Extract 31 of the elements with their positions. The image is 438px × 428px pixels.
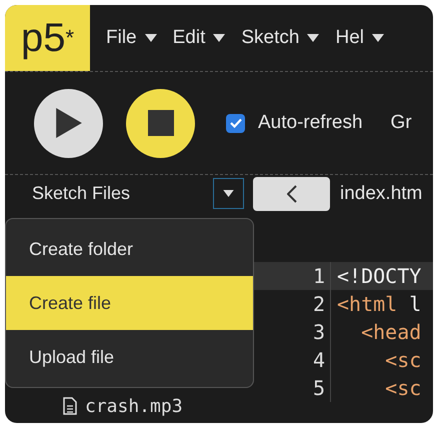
menu-item[interactable]: File	[106, 27, 157, 49]
file-name[interactable]: crash.mp3	[85, 396, 183, 416]
sidebar-menu-button[interactable]	[213, 178, 244, 209]
file-tab[interactable]: index.htm	[340, 182, 422, 204]
logo[interactable]: p5$^{*}$	[5, 5, 90, 71]
code-text: <!DOCTY	[336, 264, 422, 288]
menu-item[interactable]: Edit	[172, 27, 226, 49]
caret-icon	[213, 34, 226, 42]
file-icon	[63, 397, 77, 415]
code-text: <sc	[384, 376, 422, 400]
menu-item[interactable]: Sketch	[241, 27, 320, 49]
menu-item[interactable]: Create folder	[6, 222, 253, 276]
checkmark-icon	[230, 118, 242, 128]
caret-icon	[307, 34, 320, 42]
menu-item[interactable]: Create file	[6, 276, 253, 330]
code-text: <head	[360, 320, 422, 344]
sidebar-title: Sketch Files	[32, 183, 132, 204]
menu-item[interactable]: Upload file	[6, 330, 253, 384]
code-text: <sc	[384, 348, 422, 372]
play-icon	[56, 108, 82, 138]
chevron-left-icon	[286, 184, 296, 202]
stop-icon	[148, 110, 174, 136]
menu-item[interactable]: Hel	[335, 27, 384, 49]
caret-icon	[144, 34, 157, 42]
caret-icon	[372, 34, 384, 42]
toolbar-label: Gr	[390, 112, 412, 134]
auto-refresh-label[interactable]: Auto-refresh	[258, 112, 363, 134]
auto-refresh-checkbox[interactable]	[226, 114, 245, 132]
code-text: <html l	[336, 292, 422, 316]
caret-icon	[223, 190, 234, 197]
collapse-button[interactable]	[253, 176, 330, 210]
